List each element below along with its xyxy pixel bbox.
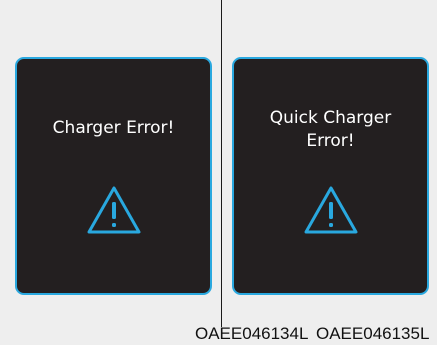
quick-charger-error-panel: Quick Charger Error! (232, 57, 429, 295)
charger-error-message: Charger Error! (52, 118, 175, 138)
center-divider (221, 0, 222, 327)
figure-code-left: OAEE046134L (195, 324, 309, 343)
charger-error-panel: Charger Error! (15, 57, 212, 295)
quick-charger-error-message: Quick Charger Error! (269, 108, 392, 151)
warning-icon (304, 186, 357, 234)
figure-code-right: OAEE046135L (316, 324, 430, 343)
warning-icon (87, 186, 140, 234)
